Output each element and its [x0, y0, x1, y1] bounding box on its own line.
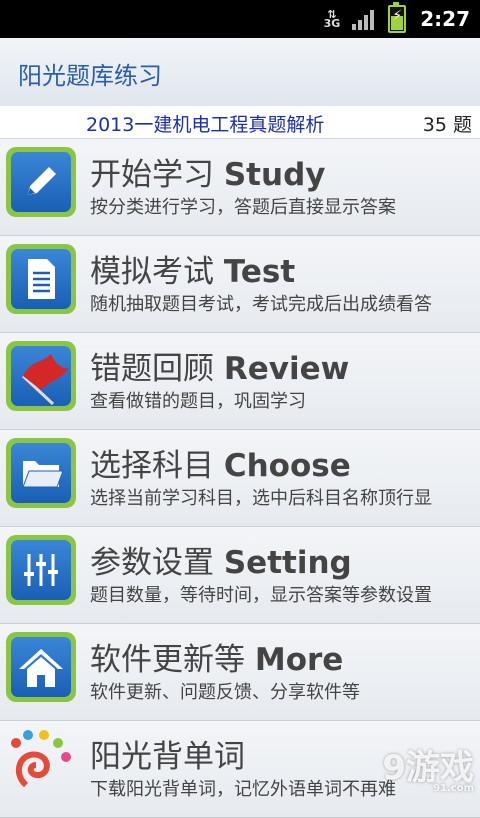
sliders-icon — [6, 535, 76, 605]
menu-list: 开始学习 Study 按分类进行学习，答题后直接显示答案 模拟考试 Test 随… — [0, 139, 480, 818]
exam-name: 2013一建机电工程真题解析 — [86, 114, 325, 136]
status-bar: ⇅ 3G ⚡ 2:27 — [0, 0, 480, 38]
red-flag-icon — [6, 341, 76, 411]
menu-item-label: 参数设置 Setting — [90, 545, 352, 581]
title-bar: 阳光题库练习 — [0, 38, 480, 107]
menu-item-label: 软件更新等 More — [90, 642, 344, 678]
menu-item-desc: 按分类进行学习，答题后直接显示答案 — [90, 197, 396, 218]
current-exam-bar: 2013一建机电工程真题解析 35 题 — [0, 106, 480, 139]
question-count: 35 题 — [422, 114, 472, 136]
home-icon — [6, 632, 76, 702]
menu-item-test[interactable]: 模拟考试 Test 随机抽取题目考试，考试完成后出成绩看答 — [0, 236, 480, 333]
sun-logo-icon — [6, 729, 76, 799]
menu-item-choose[interactable]: 选择科目 Choose 选择当前学习科目，选中后科目名称顶行显 — [0, 430, 480, 527]
menu-item-label: 开始学习 Study — [90, 157, 326, 193]
menu-item-desc: 随机抽取题目考试，考试完成后出成绩看答 — [90, 294, 432, 315]
watermark-logo: 9游戏 91.com — [382, 748, 474, 794]
menu-item-desc: 软件更新、问题反馈、分享软件等 — [90, 682, 360, 703]
document-icon — [6, 244, 76, 314]
status-time: 2:27 — [420, 7, 470, 31]
menu-item-label: 阳光背单词 — [90, 739, 245, 775]
menu-item-review[interactable]: 错题回顾 Review 查看做错的题目，巩固学习 — [0, 333, 480, 430]
app-title: 阳光题库练习 — [18, 62, 162, 90]
menu-item-setting[interactable]: 参数设置 Setting 题目数量，等待时间，显示答案等参数设置 — [0, 527, 480, 624]
battery-charging-icon: ⚡ — [388, 2, 407, 33]
menu-item-desc: 查看做错的题目，巩固学习 — [90, 391, 306, 412]
menu-item-label: 模拟考试 Test — [90, 254, 296, 290]
folder-icon — [6, 438, 76, 508]
network-3g-icon: ⇅ 3G — [323, 8, 341, 30]
menu-item-label: 选择科目 Choose — [90, 448, 351, 484]
signal-icon — [352, 8, 375, 30]
menu-item-study[interactable]: 开始学习 Study 按分类进行学习，答题后直接显示答案 — [0, 139, 480, 236]
menu-item-label: 错题回顾 Review — [90, 351, 350, 387]
menu-item-desc: 题目数量，等待时间，显示答案等参数设置 — [90, 585, 432, 606]
menu-item-desc: 下载阳光背单词，记忆外语单词不再难 — [90, 779, 396, 800]
menu-item-desc: 选择当前学习科目，选中后科目名称顶行显 — [90, 488, 432, 509]
menu-item-more[interactable]: 软件更新等 More 软件更新、问题反馈、分享软件等 — [0, 624, 480, 721]
pencil-icon — [6, 147, 76, 217]
